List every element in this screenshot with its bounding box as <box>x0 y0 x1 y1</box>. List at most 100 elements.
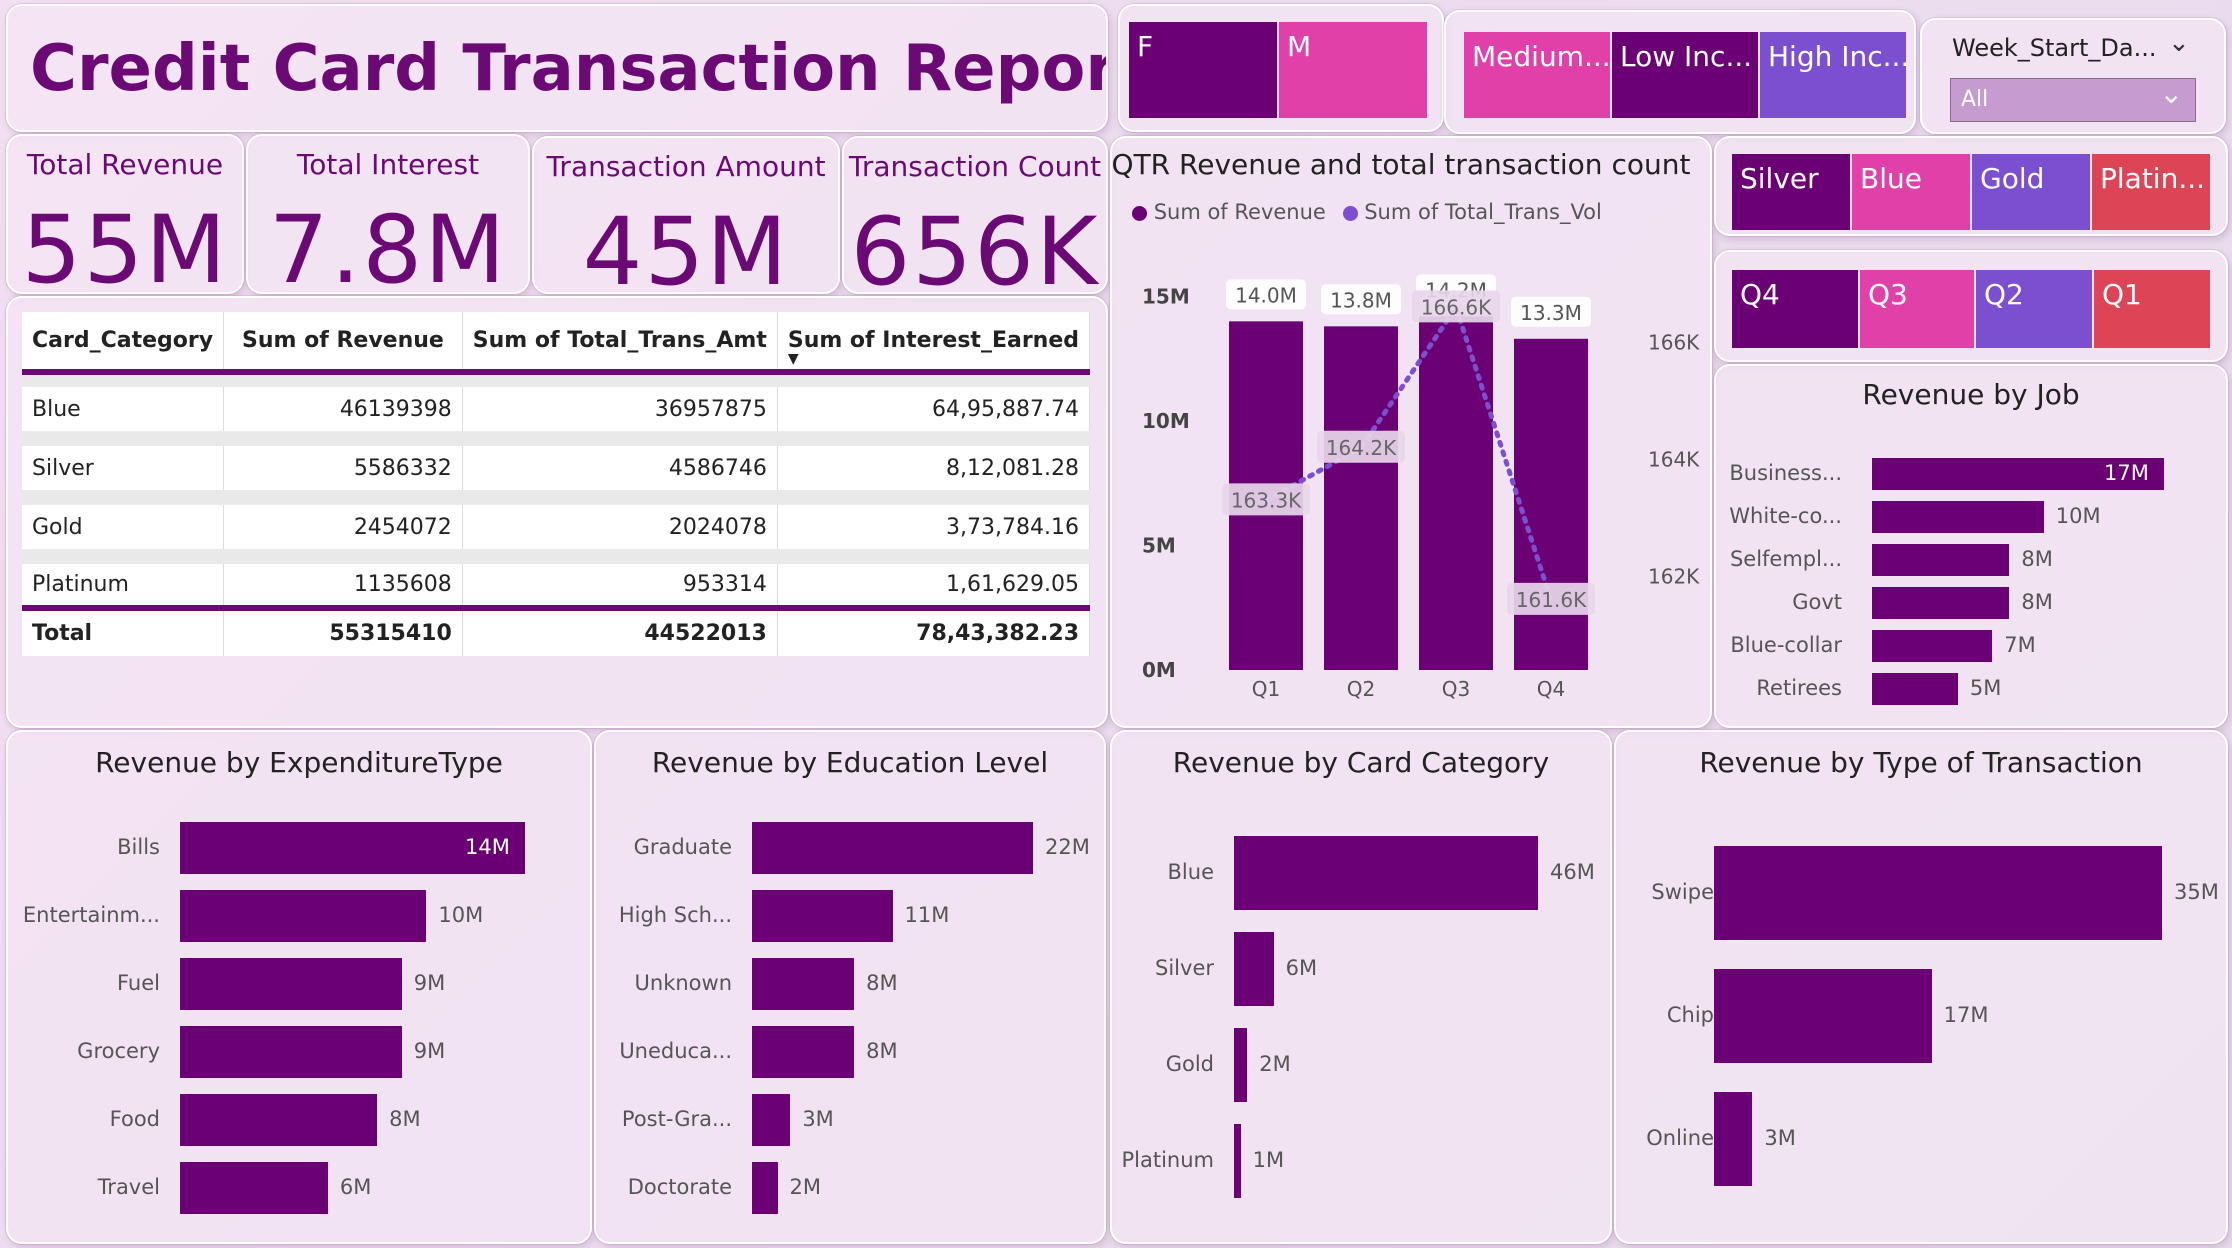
slicer-item-silver[interactable]: Silver <box>1732 154 1850 230</box>
kpi-label: Transaction Count <box>848 150 1102 183</box>
slicer-item-platinum[interactable]: Platin... <box>2092 154 2210 230</box>
bar[interactable] <box>1234 1028 1248 1102</box>
data-label: 10M <box>438 903 484 927</box>
bar[interactable] <box>1419 316 1493 670</box>
data-label: 14.0M <box>1235 283 1297 307</box>
bar[interactable] <box>1234 836 1538 910</box>
slicer-item-m[interactable]: M <box>1279 22 1427 118</box>
data-label: 17M <box>2104 461 2149 485</box>
card-category-matrix: Card_Category Sum of Revenue Sum of Tota… <box>6 296 1108 728</box>
revenue-by-job-chart: Revenue by Job Business... 17M White-co...… <box>1714 364 2228 728</box>
slicer-item-label: Medium... <box>1472 40 1610 73</box>
slicer-item-medium-income[interactable]: Medium... <box>1464 32 1610 118</box>
bar[interactable] <box>1872 501 2044 533</box>
slicer-item-q1[interactable]: Q1 <box>2094 270 2210 348</box>
table-cell: 4586746 <box>462 446 778 490</box>
bar[interactable] <box>1324 326 1398 670</box>
bar[interactable] <box>1872 673 1958 705</box>
data-label: 14M <box>465 835 510 859</box>
slicer-item-high-income[interactable]: High Inc... <box>1760 32 1906 118</box>
bar[interactable] <box>180 958 402 1010</box>
y-tick-label: 0M <box>1142 658 1176 682</box>
bar[interactable] <box>752 1094 791 1146</box>
slicer-item-label: Q1 <box>2102 278 2142 311</box>
bar[interactable] <box>1714 1092 1753 1186</box>
kpi-transaction-amount: Transaction Amount 45M <box>532 136 840 294</box>
title-card: Credit Card Transaction Report <box>6 4 1108 132</box>
matrix-header[interactable]: Card_Category <box>22 312 225 375</box>
chevron-down-icon[interactable]: ⌄ <box>2168 28 2190 58</box>
table-cell: 5586332 <box>223 446 463 490</box>
bar[interactable] <box>180 1162 328 1214</box>
bar[interactable] <box>1514 338 1588 670</box>
bar[interactable] <box>1872 630 1993 662</box>
matrix-header-sorted[interactable]: Sum of Interest_Earned ▼ <box>777 312 1091 375</box>
week-start-dropdown[interactable]: All ⌄ <box>1950 77 2196 122</box>
data-label: 9M <box>413 971 446 995</box>
x-tick-label: Q4 <box>1537 677 1565 701</box>
bar[interactable] <box>1872 544 2010 576</box>
table-cell: Total <box>22 605 225 656</box>
bar[interactable] <box>180 890 427 942</box>
category-label: Govt <box>1792 590 1842 614</box>
data-label: 1M <box>1252 1148 1285 1172</box>
bar[interactable] <box>752 822 1033 874</box>
slicer-item-blue[interactable]: Blue <box>1852 154 1970 230</box>
kpi-value: 45M <box>582 198 790 294</box>
data-label: 3M <box>1764 1126 1796 1150</box>
slicer-item-label: Q4 <box>1740 278 1780 311</box>
category-label: Entertainm... <box>22 903 160 927</box>
y-tick-label: 15M <box>1142 284 1190 308</box>
filter-label: Week_Start_Da... <box>1952 34 2157 62</box>
slicer-item-gold[interactable]: Gold <box>1972 154 2090 230</box>
bar[interactable] <box>1234 1124 1241 1198</box>
bar[interactable] <box>1714 969 1932 1063</box>
category-label: Chip <box>1666 1003 1714 1027</box>
bar[interactable] <box>752 1162 778 1214</box>
table-cell: Gold <box>22 505 225 549</box>
table-cell: 1135608 <box>223 564 463 608</box>
data-label: 164.2K <box>1326 436 1397 460</box>
category-label: Blue <box>1167 860 1214 884</box>
trans-vol-line[interactable] <box>1263 301 1554 603</box>
table-row[interactable]: Gold 2454072 2024078 3,73,784.16 <box>22 505 1091 549</box>
table-row[interactable]: Blue 46139398 36957875 64,95,887.74 <box>22 387 1091 431</box>
slicer-item-q2[interactable]: Q2 <box>1976 270 2092 348</box>
data-label: 2M <box>1259 1052 1291 1076</box>
matrix-header[interactable]: Sum of Revenue <box>223 312 463 375</box>
row-gap <box>22 372 1090 387</box>
y2-tick-label: 166K <box>1648 330 1700 354</box>
row-gap <box>22 490 1090 505</box>
y2-tick-label: 162K <box>1648 564 1700 588</box>
category-label: White-co... <box>1729 504 1842 528</box>
bar[interactable] <box>1714 846 2162 940</box>
slicer-item-q3[interactable]: Q3 <box>1860 270 1974 348</box>
bar[interactable] <box>752 890 893 942</box>
slicer-item-label: Platin... <box>2100 162 2206 195</box>
category-label: Grocery <box>77 1039 160 1063</box>
bar[interactable] <box>180 1094 378 1146</box>
table-row[interactable]: Silver 5586332 4586746 8,12,081.28 <box>22 446 1091 490</box>
x-tick-label: Q1 <box>1252 677 1280 701</box>
slicer-item-f[interactable]: F <box>1129 22 1277 118</box>
data-label: 11M <box>904 903 950 927</box>
bar[interactable] <box>752 1026 855 1078</box>
bar[interactable] <box>180 1026 402 1078</box>
bar[interactable] <box>752 958 855 1010</box>
data-label: 6M <box>1285 956 1318 980</box>
table-row[interactable]: Platinum 1135608 953314 1,61,629.05 <box>22 564 1091 608</box>
bar[interactable] <box>1872 587 2010 619</box>
data-label: 3M <box>802 1107 834 1131</box>
category-label: Uneduca... <box>619 1039 732 1063</box>
bar[interactable] <box>1234 932 1274 1006</box>
category-label: Silver <box>1155 956 1214 980</box>
row-gap <box>22 549 1090 564</box>
matrix-header[interactable]: Sum of Total_Trans_Amt <box>462 312 778 375</box>
matrix-table: Card_Category Sum of Revenue Sum of Tota… <box>22 312 1091 656</box>
chart-title: Revenue by ExpenditureType <box>95 746 503 779</box>
table-cell: 36957875 <box>462 387 778 431</box>
row-gap <box>22 431 1090 446</box>
table-cell: 1,61,629.05 <box>777 564 1091 608</box>
slicer-item-low-income[interactable]: Low Inc... <box>1612 32 1758 118</box>
slicer-item-q4[interactable]: Q4 <box>1732 270 1858 348</box>
